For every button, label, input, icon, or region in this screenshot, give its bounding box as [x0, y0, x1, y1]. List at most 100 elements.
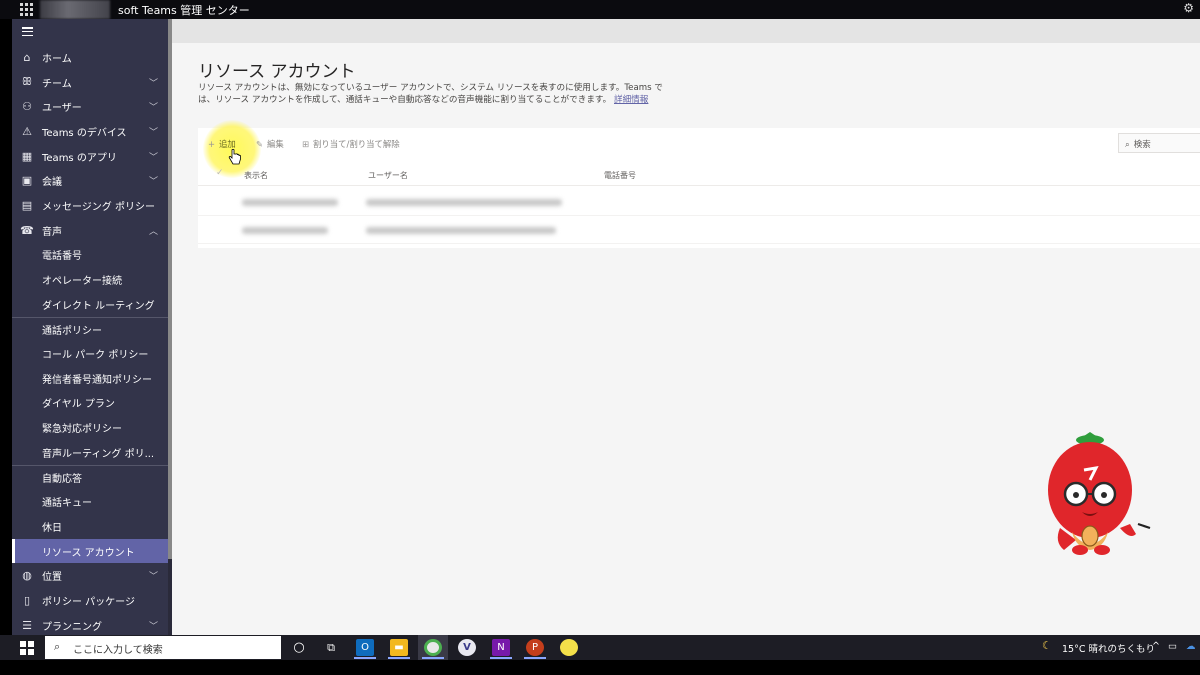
pencil-icon: ✎ — [256, 139, 264, 149]
weather-moon-icon[interactable]: ☾ — [1042, 639, 1052, 652]
table-row[interactable] — [198, 216, 1200, 244]
sidebar-item-label: Teams のアプリ — [42, 152, 117, 164]
add-label: 追加 — [219, 139, 236, 149]
waffle-icon[interactable] — [20, 3, 33, 16]
assign-button[interactable]: ⊞ 割り当て/割り当て解除 — [302, 138, 400, 150]
select-all-checkbox[interactable]: ✓ — [216, 168, 224, 178]
powerpoint-icon[interactable]: P — [526, 639, 544, 656]
sidebar-item-sidebar-voice_sub-3[interactable]: 通話ポリシー — [12, 316, 168, 342]
hamburger-icon[interactable] — [22, 27, 33, 36]
sidebar-item-sidebar-items-5[interactable]: ▣ 会議 ﹀ — [12, 168, 168, 193]
weather-text[interactable]: 15°C 晴れのちくもり — [1062, 641, 1155, 655]
running-indicator — [490, 657, 512, 659]
windows-start-icon[interactable] — [20, 641, 34, 655]
page-title: リソース アカウント — [198, 62, 356, 82]
sidebar-item-label: 電話番号 — [42, 251, 82, 263]
home-icon: ⌂ — [23, 50, 31, 64]
sidebar-item-sidebar-voice_sub-10[interactable]: 通話キュー — [12, 489, 168, 514]
sidebar-item-label: 位置 — [42, 572, 62, 584]
sidebar-item-label: 音声 — [42, 226, 62, 238]
sidebar-item-sidebar-items-6[interactable]: ▤ メッセージング ポリシー — [12, 193, 168, 218]
chevron-down-icon[interactable]: ﹀ — [149, 76, 158, 89]
taskbar-search-input[interactable]: ⌕ ここに入力して検索 — [45, 636, 281, 659]
sidebar-item-label: Teams のデバイス — [42, 127, 127, 139]
onenote-icon[interactable]: N — [492, 639, 510, 656]
sidebar-item-sidebar-items-0[interactable]: ⌂ ホーム — [12, 45, 168, 70]
sidebar-item-sidebar-bottom_items-2[interactable]: ☰ プランニング ﹀ — [12, 613, 168, 635]
sidebar-item-sidebar-voice_sub-1[interactable]: オペレーター接続 — [12, 267, 168, 292]
assign-icon: ⊞ — [302, 139, 310, 149]
column-display-name[interactable]: 表示名 — [244, 170, 268, 181]
redacted-username — [366, 227, 556, 234]
tray-expand-icon[interactable]: ^ — [1152, 641, 1160, 652]
chevron-down-icon[interactable]: ﹀ — [149, 569, 158, 582]
sidebar-item-sidebar-voice_sub-0[interactable]: 電話番号 — [12, 243, 168, 268]
planning-icon: ☰ — [22, 618, 32, 632]
sidebar-item-sidebar-voice_sub-5[interactable]: 発信者番号通知ポリシー — [12, 366, 168, 391]
sidebar-item-sidebar-voice_sub-2[interactable]: ダイレクト ルーティング — [12, 292, 168, 317]
sidebar-item-label: ポリシー パッケージ — [42, 596, 135, 608]
sidebar-item-sidebar-voice_sub-9[interactable]: 自動応答 — [12, 464, 168, 490]
tomato-mascot-icon — [1048, 432, 1151, 555]
gear-icon[interactable]: ⚙ — [1183, 1, 1194, 15]
taskbar-search-placeholder: ここに入力して検索 — [73, 645, 163, 656]
sidebar-item-label: コール パーク ポリシー — [42, 350, 149, 362]
sidebar-item-sidebar-voice_sub-12[interactable]: リソース アカウント — [12, 538, 168, 564]
sidebar-item-sidebar-voice_sub-7[interactable]: 緊急対応ポリシー — [12, 415, 168, 440]
package-icon: ▯ — [23, 593, 31, 607]
v-app-icon[interactable]: V — [458, 639, 476, 656]
column-username[interactable]: ユーザー名 — [368, 170, 408, 181]
redacted-username — [366, 199, 562, 206]
cortana-icon[interactable]: ○ — [290, 639, 308, 656]
chevron-down-icon[interactable]: ﹀ — [149, 619, 158, 632]
plus-icon: + — [208, 139, 216, 149]
chevron-down-icon[interactable]: ﹀ — [149, 174, 158, 187]
sidebar-item-sidebar-items-3[interactable]: ⚠ Teams のデバイス ﹀ — [12, 119, 168, 144]
outlook-icon[interactable]: O — [356, 639, 374, 656]
search-placeholder: 検索 — [1133, 140, 1151, 150]
users-icon: ⚇ — [22, 100, 32, 114]
message-icon: ▤ — [21, 198, 33, 212]
sidebar-item-sidebar-items-7[interactable]: ☎ 音声 ︿ — [12, 218, 168, 243]
redacted-display-name — [242, 227, 328, 234]
top-bar: soft Teams 管理 センター ⚙ — [0, 0, 1200, 19]
chrome-icon[interactable] — [424, 639, 442, 656]
edit-button[interactable]: ✎ 編集 — [256, 138, 284, 150]
sticky-notes-icon[interactable] — [560, 639, 578, 656]
running-indicator — [524, 657, 546, 659]
search-icon: ⌕ — [1125, 140, 1130, 150]
sidebar-item-sidebar-voice_sub-6[interactable]: ダイヤル プラン — [12, 391, 168, 416]
learn-more-link[interactable]: 詳細情報 — [614, 95, 648, 105]
assign-label: 割り当て/割り当て解除 — [313, 139, 400, 149]
network-icon[interactable]: ▭ — [1168, 641, 1177, 652]
onedrive-icon[interactable]: ☁ — [1186, 641, 1196, 652]
search-input[interactable]: ⌕ 検索 — [1118, 133, 1200, 153]
app-title: soft Teams 管理 センター — [118, 4, 250, 17]
sidebar-item-sidebar-items-4[interactable]: ▦ Teams のアプリ ﹀ — [12, 144, 168, 169]
sidebar-item-label: ダイヤル プラン — [42, 399, 115, 411]
sidebar-item-sidebar-items-1[interactable]: ꕥ チーム ﹀ — [12, 70, 168, 95]
sidebar-item-label: ユーザー — [42, 103, 82, 115]
sidebar-item-sidebar-voice_sub-4[interactable]: コール パーク ポリシー — [12, 341, 168, 366]
task-view-icon[interactable]: ⧉ — [322, 639, 340, 656]
description-text: リソース アカウントは、無効になっているユーザー アカウントで、システム リソー… — [198, 83, 663, 105]
sidebar-item-label: 通話キュー — [42, 498, 92, 510]
sidebar-item-sidebar-bottom_items-1[interactable]: ▯ ポリシー パッケージ — [12, 588, 168, 613]
sidebar-item-label: プランニング — [42, 621, 102, 633]
table-row[interactable] — [198, 188, 1200, 216]
sidebar-item-sidebar-voice_sub-11[interactable]: 休日 — [12, 514, 168, 539]
column-phone[interactable]: 電話番号 — [604, 170, 636, 181]
file-explorer-icon[interactable]: ▬ — [390, 639, 408, 656]
chevron-down-icon[interactable]: ﹀ — [149, 100, 158, 113]
sidebar-item-label: 自動応答 — [42, 474, 82, 486]
calendar-icon: ▣ — [21, 174, 33, 188]
chevron-down-icon[interactable]: ﹀ — [149, 150, 158, 163]
chevron-up-icon[interactable]: ︿ — [149, 224, 158, 237]
chevron-down-icon[interactable]: ﹀ — [149, 125, 158, 138]
sidebar-item-sidebar-voice_sub-8[interactable]: 音声ルーティング ポリ... — [12, 440, 168, 465]
apps-icon: ▦ — [21, 149, 33, 163]
edit-label: 編集 — [267, 139, 284, 149]
table-header: ✓ 表示名 ユーザー名 電話番号 — [198, 162, 1200, 186]
sidebar-item-sidebar-bottom_items-0[interactable]: ◍ 位置 ﹀ — [12, 563, 168, 588]
sidebar-item-sidebar-items-2[interactable]: ⚇ ユーザー ﹀ — [12, 94, 168, 119]
